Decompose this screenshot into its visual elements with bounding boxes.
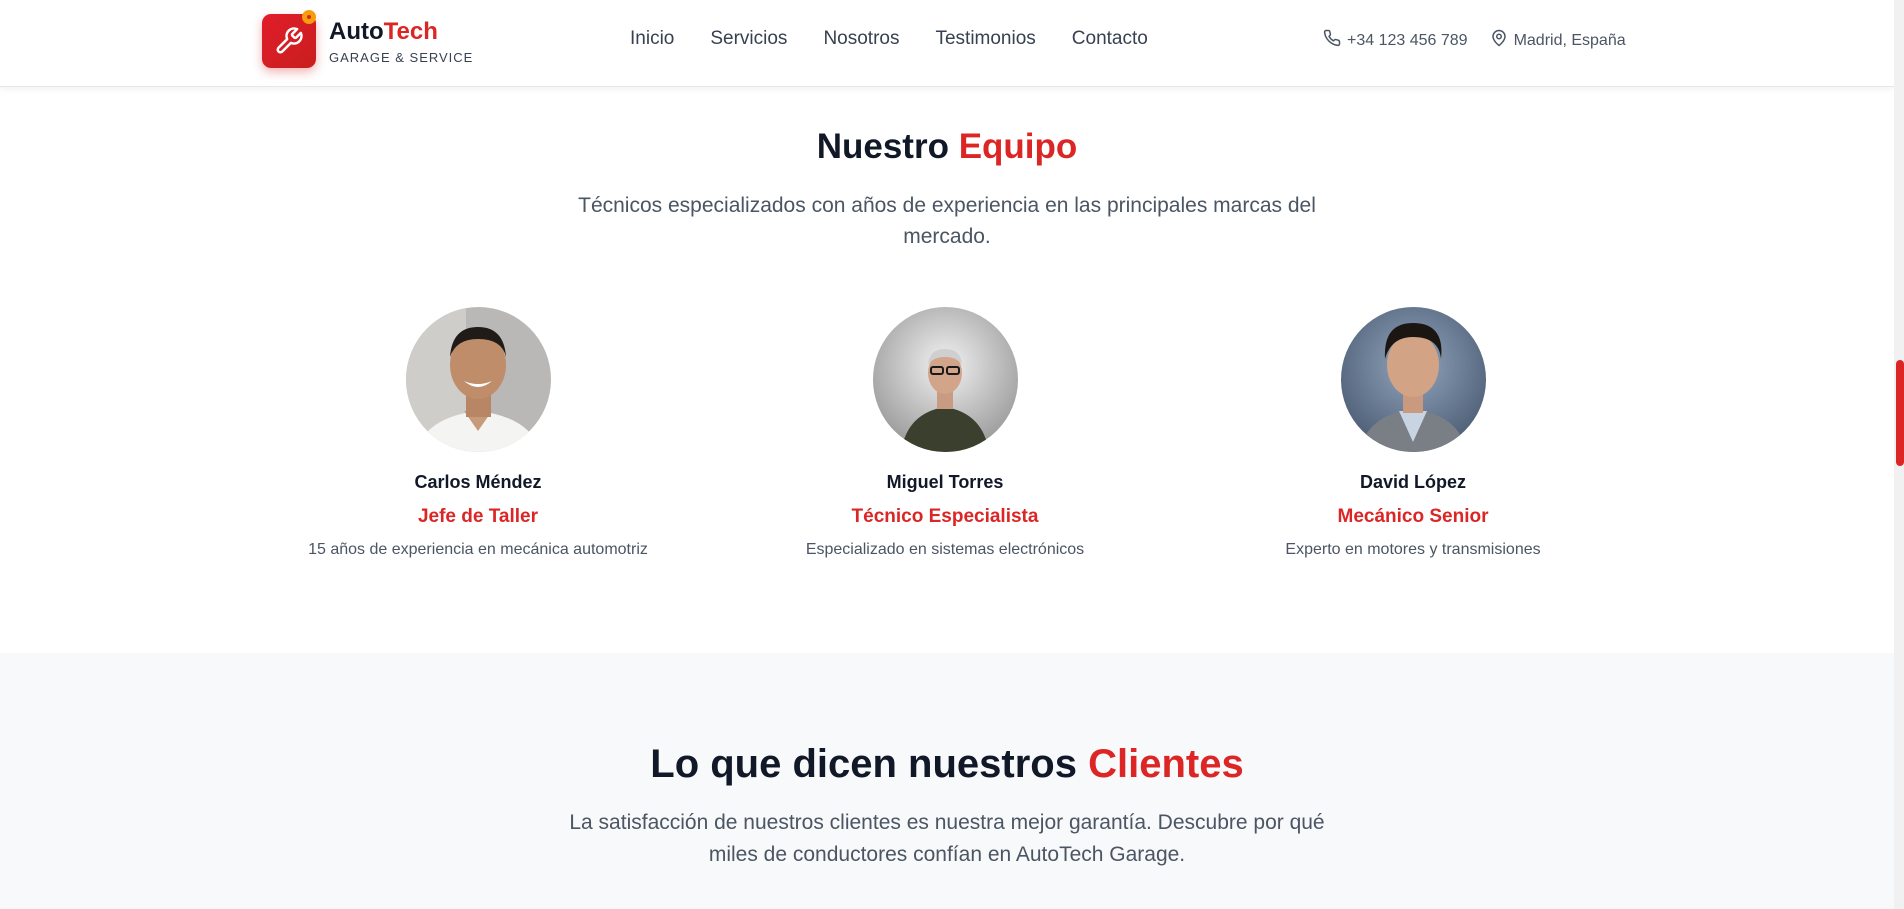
nav-inicio[interactable]: Inicio — [630, 28, 674, 50]
team-member-card: David López Mecánico Senior Experto en m… — [1203, 307, 1623, 559]
member-name: David López — [1359, 472, 1466, 492]
brand-name-part1: Auto — [329, 18, 384, 45]
phone-icon — [1323, 29, 1341, 52]
logo-badge-dot — [302, 10, 316, 24]
team-subtitle: Técnicos especializados con años de expe… — [578, 194, 1316, 248]
testimonials-title-part1: Lo que dicen nuestros — [650, 742, 1077, 786]
header-contact: +34 123 456 789 Madrid, España — [1323, 29, 1626, 52]
brand-name[interactable]: AutoTech — [329, 18, 438, 46]
location-text: Madrid, España — [1513, 31, 1626, 49]
testimonials-subtitle: La satisfacción de nuestros clientes es … — [569, 811, 1325, 866]
avatar — [1340, 307, 1486, 452]
avatar — [405, 307, 551, 452]
site-header: AutoTech GARAGE & SERVICE Inicio Servici… — [0, 0, 1894, 87]
nav-nosotros[interactable]: Nosotros — [823, 28, 899, 50]
member-description: 15 años de experiencia en mecánica autom… — [308, 541, 648, 558]
page: AutoTech GARAGE & SERVICE Inicio Servici… — [0, 0, 1894, 909]
brand-name-part2: Tech — [383, 18, 438, 45]
member-description: Experto en motores y transmisiones — [1285, 541, 1541, 558]
member-description: Especializado en sistemas electrónicos — [805, 541, 1085, 558]
map-pin-icon — [1490, 29, 1508, 52]
team-title: Nuestro Equipo — [0, 127, 1894, 167]
team-member-card: Carlos Méndez Jefe de Taller 15 años de … — [268, 307, 688, 559]
member-name: Carlos Méndez — [414, 472, 542, 492]
member-role: Mecánico Senior — [1337, 506, 1489, 527]
nav-servicios[interactable]: Servicios — [710, 28, 787, 50]
testimonials-title-part2: Clientes — [1088, 742, 1244, 786]
team-member-card: Miguel Torres Técnico Especialista Espec… — [735, 307, 1155, 559]
nav-testimonios[interactable]: Testimonios — [935, 28, 1035, 50]
member-role: Jefe de Taller — [417, 506, 539, 527]
scrollbar-thumb[interactable] — [1896, 360, 1904, 466]
testimonials-title: Lo que dicen nuestros Clientes — [0, 742, 1894, 787]
team-title-part1: Nuestro — [816, 127, 949, 166]
avatar — [872, 307, 1018, 452]
member-name: Miguel Torres — [886, 472, 1004, 492]
brand-tagline: GARAGE & SERVICE — [329, 50, 474, 65]
team-title-part2: Equipo — [958, 127, 1078, 166]
main-nav: Inicio Servicios Nosotros Testimonios Co… — [630, 28, 1148, 50]
nav-contacto[interactable]: Contacto — [1072, 28, 1148, 50]
phone-number[interactable]: +34 123 456 789 — [1347, 32, 1468, 50]
member-role: Técnico Especialista — [851, 506, 1039, 527]
